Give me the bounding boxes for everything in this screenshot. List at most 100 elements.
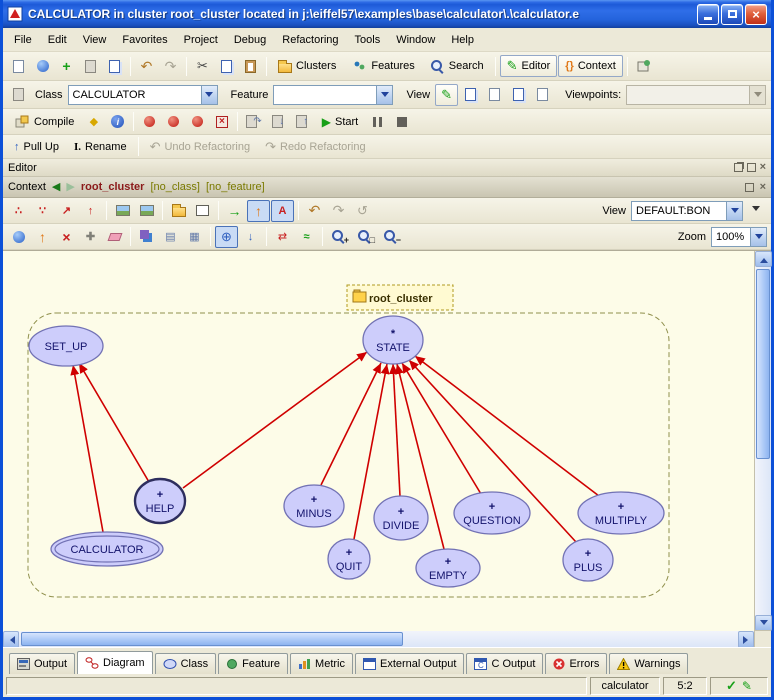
copy-icon[interactable] (215, 55, 238, 77)
pause-button[interactable] (366, 111, 389, 133)
forward-icon[interactable]: ▶ (66, 182, 74, 193)
context-cluster[interactable]: root_cluster (81, 181, 145, 193)
diagram-history-icon[interactable]: ↺ (351, 200, 374, 222)
paste-icon[interactable] (239, 55, 262, 77)
inheritance-link-tool-icon[interactable]: ↑ (79, 200, 102, 222)
add-item-icon[interactable]: + (55, 55, 78, 77)
new-window-icon[interactable] (7, 55, 30, 77)
new-cluster-icon[interactable] (167, 200, 190, 222)
menu-debug[interactable]: Debug (226, 31, 274, 49)
grid-layout-icon[interactable]: ▦ (183, 226, 206, 248)
flat-view-icon[interactable] (483, 84, 506, 106)
swap-links-icon[interactable]: ⇄ (271, 226, 294, 248)
cluster-label[interactable]: root_cluster (347, 285, 453, 310)
open-project-icon[interactable] (31, 55, 54, 77)
basic-text-view-icon[interactable]: ✎ (435, 84, 458, 106)
toolbar-overflow-button[interactable] (768, 84, 774, 106)
class-node-PLUS[interactable]: +PLUS (563, 539, 613, 581)
horizontal-scrollbar[interactable] (3, 630, 754, 647)
anchor-icon[interactable]: ✚ (79, 226, 102, 248)
combo-arrow-icon[interactable] (376, 86, 392, 104)
cut-icon[interactable]: ✂ (191, 55, 214, 77)
new-tab-icon[interactable] (7, 84, 30, 106)
maximize-pane-icon[interactable] (745, 183, 754, 192)
close-pane-icon[interactable]: × (760, 162, 766, 173)
diagram-view-combo[interactable]: DEFAULT:BON (631, 201, 743, 221)
step-over-icon[interactable]: ↷ (242, 111, 265, 133)
globe-icon[interactable] (7, 226, 30, 248)
class-node-MINUS[interactable]: +MINUS (284, 485, 344, 527)
freeze-icon[interactable]: ◆ (82, 111, 105, 133)
tab-feature[interactable]: Feature (218, 653, 288, 674)
save-icon[interactable] (79, 55, 102, 77)
inheritance-edge-HELP-to-SET_UP[interactable] (79, 363, 149, 482)
tab-c-output[interactable]: C C Output (466, 653, 543, 674)
class-node-SET_UP[interactable]: SET_UP (29, 326, 103, 366)
stop-debug-button[interactable] (390, 111, 413, 133)
context-toggle-button[interactable]: {}Context (558, 55, 622, 77)
save-all-icon[interactable] (103, 55, 126, 77)
editor-toggle-button[interactable]: ✎Editor (500, 55, 558, 77)
tab-output[interactable]: Output (9, 653, 75, 674)
layout-icon[interactable]: ▤ (159, 226, 182, 248)
menu-file[interactable]: File (6, 31, 40, 49)
combo-arrow-icon[interactable] (201, 86, 217, 104)
combo-arrow-icon[interactable] (750, 228, 766, 246)
tab-external-output[interactable]: External Output (355, 653, 464, 674)
zoom-fit-icon[interactable]: □ (353, 226, 378, 248)
menu-tools[interactable]: Tools (347, 31, 389, 49)
horizontal-scroll-thumb[interactable] (21, 632, 403, 646)
springs-icon[interactable]: ≈ (295, 226, 318, 248)
rename-button[interactable]: I.Rename (67, 136, 134, 158)
tab-diagram[interactable]: Diagram (77, 651, 153, 674)
class-node-EMPTY[interactable]: +EMPTY (416, 549, 480, 587)
class-node-DIVIDE[interactable]: +DIVIDE (374, 496, 428, 540)
vertical-scroll-track[interactable] (755, 267, 771, 615)
eraser-icon[interactable] (103, 226, 126, 248)
external-commands-icon[interactable] (632, 55, 656, 77)
inheritance-edge-HELP-to-STATE[interactable] (183, 352, 367, 488)
diagram-canvas[interactable]: root_clusterSET_UP*STATE+HELPCALCULATOR+… (3, 251, 754, 631)
minimize-button[interactable] (697, 4, 719, 25)
menu-project[interactable]: Project (176, 31, 226, 49)
zoom-combo[interactable]: 100% (711, 227, 767, 247)
run-ignore-breakpoints-icon[interactable] (162, 111, 185, 133)
redo-icon[interactable]: ↷ (159, 55, 182, 77)
client-link-tool-icon[interactable]: ↗ (55, 200, 78, 222)
zoom-in-icon[interactable]: + (327, 226, 352, 248)
inheritance-edge-DIVIDE-to-STATE[interactable] (393, 364, 400, 496)
compile-button[interactable]: Compile (7, 111, 81, 133)
show-descendants-icon[interactable]: ↑ (31, 226, 54, 248)
undo-icon[interactable]: ↶ (135, 55, 158, 77)
diagram-redo-icon[interactable]: ↷ (327, 200, 350, 222)
inheritance-edge-MULTIPLY-to-STATE[interactable] (415, 356, 599, 496)
scroll-down-button[interactable] (755, 615, 772, 631)
sort-icon[interactable]: ↓ (239, 226, 262, 248)
vertical-scrollbar[interactable] (754, 251, 771, 631)
color-palette-icon[interactable] (135, 226, 158, 248)
snapshot-icon[interactable] (191, 200, 214, 222)
maximize-pane-icon[interactable] (747, 163, 756, 172)
delete-icon[interactable]: × (55, 226, 78, 248)
contract-view-icon[interactable] (507, 84, 530, 106)
tab-class[interactable]: Class (155, 653, 217, 674)
class-node-QUESTION[interactable]: +QUESTION (454, 492, 530, 534)
float-pane-icon[interactable] (734, 163, 743, 172)
class-node-HELP[interactable]: +HELP (135, 479, 185, 523)
menu-refactoring[interactable]: Refactoring (274, 31, 346, 49)
menu-view[interactable]: View (75, 31, 115, 49)
center-view-button[interactable]: ⊕ (215, 226, 238, 248)
search-button[interactable]: Search (423, 55, 491, 77)
class-node-STATE[interactable]: *STATE (363, 316, 423, 364)
menu-edit[interactable]: Edit (40, 31, 75, 49)
view-dropdown-button[interactable] (744, 200, 767, 222)
zoom-out-icon[interactable]: − (379, 226, 404, 248)
clusters-button[interactable]: Clusters (271, 55, 343, 77)
scroll-right-button[interactable] (738, 631, 754, 648)
export-image-icon[interactable] (111, 200, 134, 222)
title-bar[interactable]: CALCULATOR in cluster root_cluster locat… (3, 0, 771, 28)
class-node-QUIT[interactable]: +QUIT (328, 539, 370, 579)
maximize-button[interactable] (721, 4, 743, 25)
run-workbench-icon[interactable] (138, 111, 161, 133)
stop-application-icon[interactable]: × (210, 111, 233, 133)
